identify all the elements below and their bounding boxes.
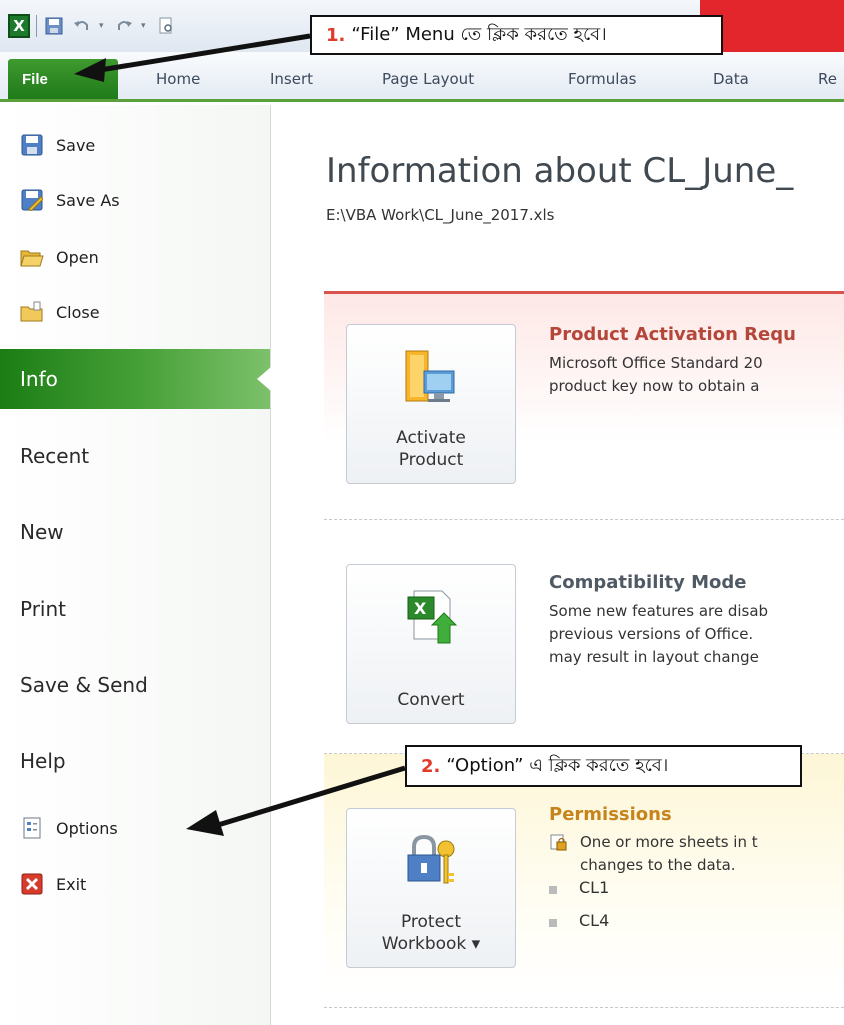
- lock-sheet-icon: [550, 834, 568, 856]
- separator: [36, 15, 37, 37]
- quick-access-toolbar: X ▾ ▾: [8, 11, 177, 41]
- protect-workbook-label: Protect Workbook ▾: [382, 911, 480, 955]
- callout-options: 2. “Option” এ ক্লিক করতে হবে।: [405, 745, 802, 787]
- compat-text-3: may result in layout change: [549, 648, 759, 666]
- nav-open[interactable]: Open: [20, 241, 250, 273]
- save-as-icon: [20, 188, 44, 212]
- svg-text:X: X: [414, 599, 427, 618]
- close-folder-icon: [20, 300, 44, 324]
- nav-print-label: Print: [20, 597, 67, 621]
- options-icon: [20, 816, 44, 840]
- nav-save[interactable]: Save: [20, 129, 250, 161]
- nav-open-label: Open: [56, 247, 99, 267]
- open-folder-icon: [20, 245, 44, 269]
- nav-save-label: Save: [56, 135, 96, 155]
- file-path: E:\VBA Work\CL_June_2017.xls: [326, 206, 555, 224]
- activation-section: Activate Product Product Activation Requ…: [324, 291, 844, 505]
- protect-line-1: Protect: [400, 911, 462, 932]
- tab-file[interactable]: File: [8, 59, 118, 99]
- tab-page-layout[interactable]: Page Layout: [382, 70, 474, 88]
- protect-workbook-icon: [404, 833, 458, 895]
- nav-help[interactable]: Help: [0, 731, 270, 791]
- nav-save-as-label: Save As: [56, 190, 120, 210]
- sheet-item: CL4: [579, 911, 610, 930]
- activation-text-2: product key now to obtain a: [549, 377, 760, 395]
- compat-text-1: Some new features are disab: [549, 602, 769, 620]
- nav-info-label: Info: [20, 367, 58, 391]
- nav-options[interactable]: Options: [20, 812, 250, 844]
- permissions-section: Protect Workbook ▾ Permissions One or mo…: [324, 753, 844, 993]
- tab-home[interactable]: Home: [156, 70, 200, 88]
- compat-text-2: previous versions of Office.: [549, 625, 754, 643]
- activate-line-1: Activate: [396, 427, 466, 448]
- selected-notch: [257, 367, 271, 391]
- compatibility-section: X Convert Compatibility Mode Some new fe…: [324, 519, 844, 739]
- nav-save-send-label: Save & Send: [20, 673, 148, 697]
- redo-icon[interactable]: [113, 15, 135, 37]
- nav-exit[interactable]: Exit: [20, 868, 250, 900]
- callout-2-number: 2.: [421, 755, 441, 777]
- convert-button[interactable]: X Convert: [346, 564, 516, 724]
- convert-icon: X: [404, 589, 458, 651]
- tab-formulas[interactable]: Formulas: [568, 70, 636, 88]
- activate-line-2: Product: [398, 449, 464, 470]
- activation-text-1: Microsoft Office Standard 20: [549, 354, 763, 372]
- permissions-heading: Permissions: [549, 804, 672, 825]
- nav-info[interactable]: Info: [0, 349, 271, 409]
- activate-product-label: Activate Product: [396, 427, 466, 471]
- callout-file-menu: 1. “File” Menu তে ক্লিক করতে হবে।: [310, 15, 723, 55]
- nav-close-label: Close: [56, 302, 100, 322]
- callout-1-number: 1.: [326, 24, 346, 46]
- tab-review[interactable]: Re: [818, 70, 837, 88]
- activate-product-button[interactable]: Activate Product: [346, 324, 516, 484]
- nav-recent-label: Recent: [20, 444, 90, 468]
- excel-logo-icon[interactable]: X: [8, 14, 30, 38]
- nav-new[interactable]: New: [0, 502, 270, 562]
- undo-dropdown-icon[interactable]: ▾: [99, 21, 107, 31]
- page-title: Information about CL_June_: [326, 151, 794, 191]
- callout-1-text: “File” Menu তে ক্লিক করতে হবে।: [351, 23, 607, 45]
- divider: [324, 1007, 844, 1008]
- sheet-item: CL1: [579, 878, 610, 897]
- nav-close[interactable]: Close: [20, 296, 250, 328]
- redo-dropdown-icon[interactable]: ▾: [141, 21, 149, 31]
- bullet: [549, 886, 557, 894]
- bullet: [549, 919, 557, 927]
- info-panel: Information about CL_June_ E:\VBA Work\C…: [272, 105, 844, 1025]
- nav-print[interactable]: Print: [0, 579, 270, 639]
- tab-data[interactable]: Data: [713, 70, 749, 88]
- protect-line-2: Workbook ▾: [381, 933, 481, 954]
- nav-recent[interactable]: Recent: [0, 426, 270, 486]
- nav-save-send[interactable]: Save & Send: [0, 655, 270, 715]
- tab-insert[interactable]: Insert: [270, 70, 313, 88]
- save-icon: [20, 133, 44, 157]
- callout-2-text: “Option” এ ক্লিক করতে হবে।: [446, 754, 669, 776]
- permissions-text-2: changes to the data.: [580, 856, 736, 874]
- exit-icon: [20, 872, 44, 896]
- save-icon[interactable]: [43, 15, 65, 37]
- activation-heading: Product Activation Requ: [549, 324, 796, 345]
- print-preview-icon[interactable]: [155, 15, 177, 37]
- ribbon-tabs: File Home Insert Page Layout Formulas Da…: [0, 52, 844, 102]
- protect-workbook-button[interactable]: Protect Workbook ▾: [346, 808, 516, 968]
- nav-new-label: New: [20, 520, 64, 544]
- convert-label: Convert: [397, 689, 465, 710]
- nav-options-label: Options: [56, 818, 118, 838]
- compat-heading: Compatibility Mode: [549, 572, 747, 593]
- nav-save-as[interactable]: Save As: [20, 184, 250, 216]
- nav-exit-label: Exit: [56, 874, 87, 894]
- activate-product-icon: [404, 349, 458, 411]
- undo-icon[interactable]: [71, 15, 93, 37]
- nav-help-label: Help: [20, 749, 66, 773]
- permissions-text-1: One or more sheets in t: [580, 833, 758, 851]
- backstage-nav: Save Save As Open Close Info Recent New …: [0, 105, 271, 1025]
